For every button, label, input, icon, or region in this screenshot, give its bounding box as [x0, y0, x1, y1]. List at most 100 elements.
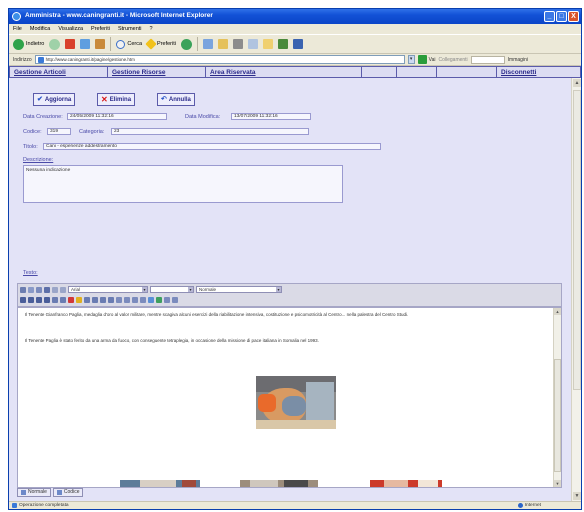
- refresh-icon[interactable]: [80, 39, 91, 49]
- address-dropdown[interactable]: ▾: [407, 55, 415, 64]
- article-photo-3: [370, 480, 442, 487]
- design-icon: [21, 490, 26, 495]
- back-button[interactable]: Indietro: [13, 38, 44, 50]
- toolbar-separator: [196, 37, 198, 51]
- go-button[interactable]: Vai: [417, 55, 435, 64]
- menu-strumenti[interactable]: Strumenti: [118, 26, 142, 32]
- nav-gestione-risorse[interactable]: Gestione Risorse: [108, 67, 206, 77]
- category-field[interactable]: 23: [111, 128, 309, 135]
- stop-icon[interactable]: [65, 39, 76, 49]
- new-doc-icon[interactable]: [20, 286, 26, 293]
- article-photo-2: [240, 480, 318, 487]
- justify-icon[interactable]: [108, 297, 114, 303]
- aggiorna-button[interactable]: ✔ Aggiorna: [33, 93, 76, 106]
- page-done-icon: [12, 503, 17, 508]
- history-icon[interactable]: [202, 39, 213, 49]
- messenger-icon[interactable]: [277, 39, 288, 49]
- nav-disconnetti[interactable]: Disconnetti: [497, 67, 580, 77]
- menu-help[interactable]: ?: [150, 26, 153, 32]
- align-right-icon[interactable]: [100, 297, 106, 303]
- annulla-button[interactable]: ↶ Annulla: [157, 93, 195, 106]
- text-label: Testo:: [23, 270, 38, 276]
- unordered-list-icon[interactable]: [124, 297, 130, 303]
- print-icon[interactable]: [232, 39, 243, 49]
- menu-modifica[interactable]: Modifica: [30, 26, 50, 32]
- editor-scrollbar[interactable]: ▲ ▼: [553, 308, 561, 487]
- tab-codice[interactable]: Codice: [52, 488, 84, 497]
- ordered-list-icon[interactable]: [116, 297, 122, 303]
- font-color-icon[interactable]: [68, 297, 74, 303]
- redo-icon[interactable]: [60, 286, 66, 293]
- menu-file[interactable]: File: [13, 26, 22, 32]
- align-left-icon[interactable]: [84, 297, 90, 303]
- title-input[interactable]: Cani - esperienze addestramento: [43, 143, 381, 150]
- link-icon[interactable]: [148, 297, 154, 303]
- menu-preferiti[interactable]: Preferiti: [91, 26, 110, 32]
- outdent-icon[interactable]: [132, 297, 138, 303]
- browser-window: Amministra - www.caningranti.it - Micros…: [8, 8, 582, 510]
- editor-mode-tabs: Normale Codice: [17, 488, 84, 497]
- strikethrough-icon[interactable]: [44, 297, 50, 303]
- editor-scroll-thumb[interactable]: [554, 359, 561, 472]
- page-icon: [37, 56, 44, 63]
- nav-gestione-articoli[interactable]: Gestione Articoli: [10, 67, 108, 77]
- title-label: Titolo:: [23, 144, 38, 150]
- scroll-down-icon[interactable]: ▼: [573, 492, 581, 500]
- folder-icon[interactable]: [262, 39, 273, 49]
- copy-icon[interactable]: [36, 286, 42, 293]
- toolbar-search-input[interactable]: [470, 55, 505, 64]
- nav-area-riservata[interactable]: Area Riservata: [206, 67, 362, 77]
- italic-icon[interactable]: [28, 297, 34, 303]
- delete-icon: ✕: [101, 94, 108, 104]
- paste-icon[interactable]: [44, 286, 50, 293]
- font-select[interactable]: Arial ▾: [68, 286, 148, 293]
- address-input[interactable]: http://www.caningranti.it/pagine/gestion…: [34, 55, 405, 64]
- image-icon[interactable]: [156, 297, 162, 303]
- scroll-up-icon[interactable]: ▲: [573, 79, 581, 87]
- bold-icon[interactable]: [20, 297, 26, 303]
- top-navigation: Gestione Articoli Gestione Risorse Area …: [9, 66, 581, 78]
- home-icon[interactable]: [95, 39, 106, 49]
- close-button[interactable]: X: [568, 11, 579, 22]
- description-textarea[interactable]: Nessuna indicazione: [23, 165, 343, 203]
- favorites-button[interactable]: Preferiti: [145, 38, 176, 50]
- indent-icon[interactable]: [140, 297, 146, 303]
- images-button[interactable]: Immagini: [508, 57, 528, 63]
- style-select[interactable]: Normale ▾: [196, 286, 282, 293]
- highlight-icon[interactable]: [76, 297, 82, 303]
- links-button[interactable]: Collegamenti: [438, 57, 467, 63]
- go-arrow-icon: [417, 55, 427, 64]
- favorites-icon: [145, 38, 157, 50]
- scroll-up-icon[interactable]: ▲: [554, 308, 561, 315]
- elimina-button[interactable]: ✕ Elimina: [97, 93, 136, 106]
- undo-icon[interactable]: [52, 286, 58, 293]
- search-button[interactable]: Cerca: [116, 39, 142, 49]
- underline-icon[interactable]: [36, 297, 42, 303]
- table-icon[interactable]: [164, 297, 170, 303]
- minimize-button[interactable]: _: [544, 11, 555, 22]
- modified-field: 13/07/2009 11:32:16: [231, 113, 311, 120]
- page-scrollbar[interactable]: ▲ ▼: [571, 78, 581, 501]
- size-select[interactable]: ▾: [150, 286, 194, 293]
- align-center-icon[interactable]: [92, 297, 98, 303]
- undo-icon: ↶: [161, 96, 167, 103]
- superscript-icon[interactable]: [60, 297, 66, 303]
- special-char-icon[interactable]: [172, 297, 178, 303]
- text-editor[interactable]: Il Tenente Gianfranco Paglia, medaglia d…: [17, 307, 562, 488]
- code-field[interactable]: 319: [47, 128, 71, 135]
- tab-normale[interactable]: Normale: [17, 488, 51, 497]
- media-icon[interactable]: [180, 38, 192, 50]
- menu-visualizza[interactable]: Visualizza: [58, 26, 83, 32]
- research-icon[interactable]: [292, 39, 303, 49]
- subscript-icon[interactable]: [52, 297, 58, 303]
- back-icon: [13, 38, 24, 50]
- zone-text: Internet: [524, 503, 541, 508]
- edit-icon[interactable]: [247, 39, 258, 49]
- forward-icon[interactable]: [49, 38, 61, 50]
- page-scroll-thumb[interactable]: [573, 90, 581, 390]
- maximize-button[interactable]: □: [556, 11, 567, 22]
- nav-empty-cell: [362, 67, 397, 77]
- cut-icon[interactable]: [28, 286, 34, 293]
- mail-icon[interactable]: [217, 39, 228, 49]
- scroll-down-icon[interactable]: ▼: [554, 480, 561, 487]
